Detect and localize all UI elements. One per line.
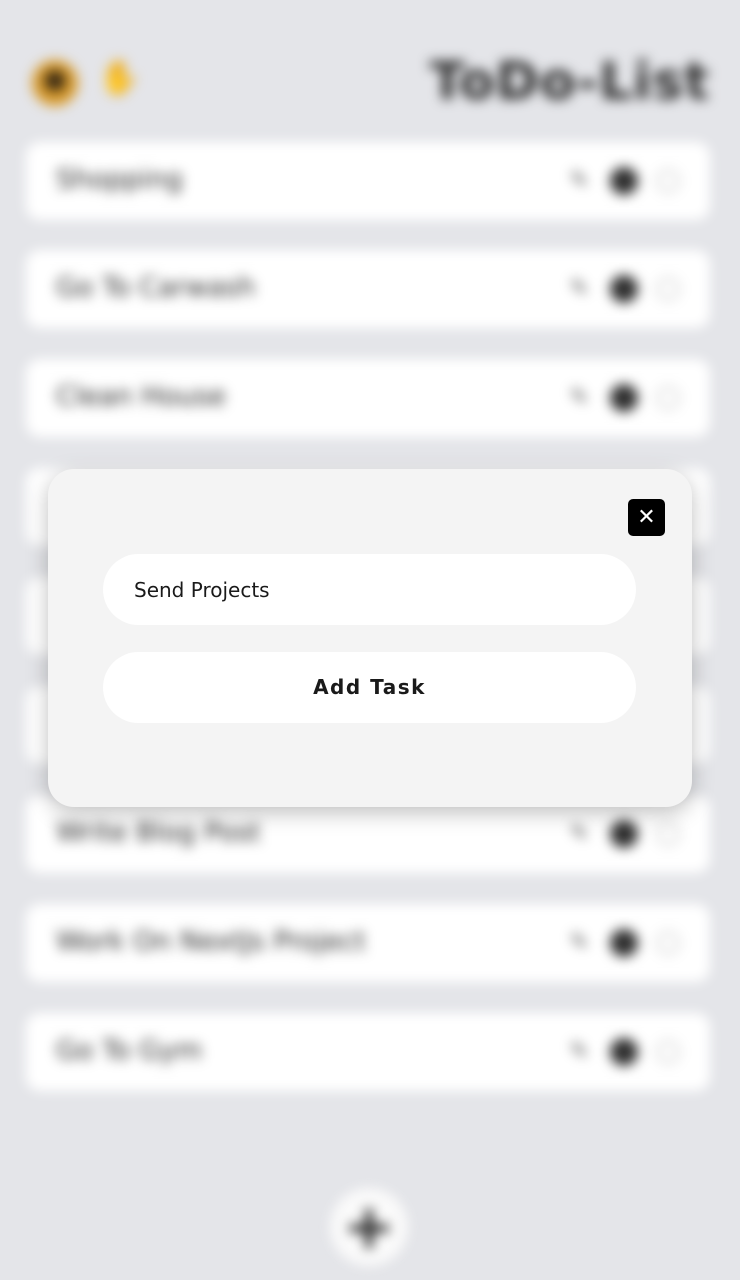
task-label: Shopping	[56, 164, 183, 195]
task-item[interactable]: Work On NextJs Project ✎	[26, 904, 710, 982]
avatar-icon[interactable]	[32, 60, 78, 106]
empty-circle-icon[interactable]	[656, 386, 680, 410]
edit-icon[interactable]: ✎	[570, 823, 592, 845]
close-icon[interactable]: ✕	[628, 499, 665, 536]
add-task-fab[interactable]: +	[330, 1188, 408, 1266]
filled-dot-icon[interactable]	[610, 275, 638, 303]
task-label: Go To Carwash	[56, 272, 256, 303]
filled-dot-icon[interactable]	[610, 1038, 638, 1066]
task-input[interactable]	[103, 554, 636, 625]
add-task-modal: ✕ Add Task	[48, 469, 692, 807]
task-actions: ✎	[570, 926, 680, 960]
empty-circle-icon[interactable]	[656, 1040, 680, 1064]
task-item[interactable]: Go To Carwash ✎	[26, 250, 710, 328]
filled-dot-icon[interactable]	[610, 167, 638, 195]
filled-dot-icon[interactable]	[610, 820, 638, 848]
task-label: Work On NextJs Project	[56, 926, 366, 957]
task-actions: ✎	[570, 817, 680, 851]
edit-icon[interactable]: ✎	[570, 387, 592, 409]
empty-circle-icon[interactable]	[656, 169, 680, 193]
waving-hand-icon: ✋	[98, 58, 141, 98]
empty-circle-icon[interactable]	[656, 822, 680, 846]
task-label: Go To Gym	[56, 1035, 203, 1066]
plus-icon: +	[343, 1190, 395, 1263]
task-actions: ✎	[570, 381, 680, 415]
empty-circle-icon[interactable]	[656, 277, 680, 301]
edit-icon[interactable]: ✎	[570, 278, 592, 300]
task-label: Clean House	[56, 381, 226, 412]
task-actions: ✎	[570, 272, 680, 306]
app-header: ✋ ToDo-List	[0, 40, 740, 130]
task-item[interactable]: Clean House ✎	[26, 359, 710, 437]
task-label: Write Blog Post	[56, 817, 261, 848]
filled-dot-icon[interactable]	[610, 384, 638, 412]
edit-icon[interactable]: ✎	[570, 1041, 592, 1063]
app-title: ToDo-List	[429, 52, 710, 112]
add-task-button[interactable]: Add Task	[103, 652, 636, 723]
task-actions: ✎	[570, 164, 680, 198]
filled-dot-icon[interactable]	[610, 929, 638, 957]
edit-icon[interactable]: ✎	[570, 170, 592, 192]
edit-icon[interactable]: ✎	[570, 932, 592, 954]
task-actions: ✎	[570, 1035, 680, 1069]
task-item[interactable]: Shopping ✎	[26, 142, 710, 220]
task-item[interactable]: Go To Gym ✎	[26, 1013, 710, 1091]
empty-circle-icon[interactable]	[656, 931, 680, 955]
